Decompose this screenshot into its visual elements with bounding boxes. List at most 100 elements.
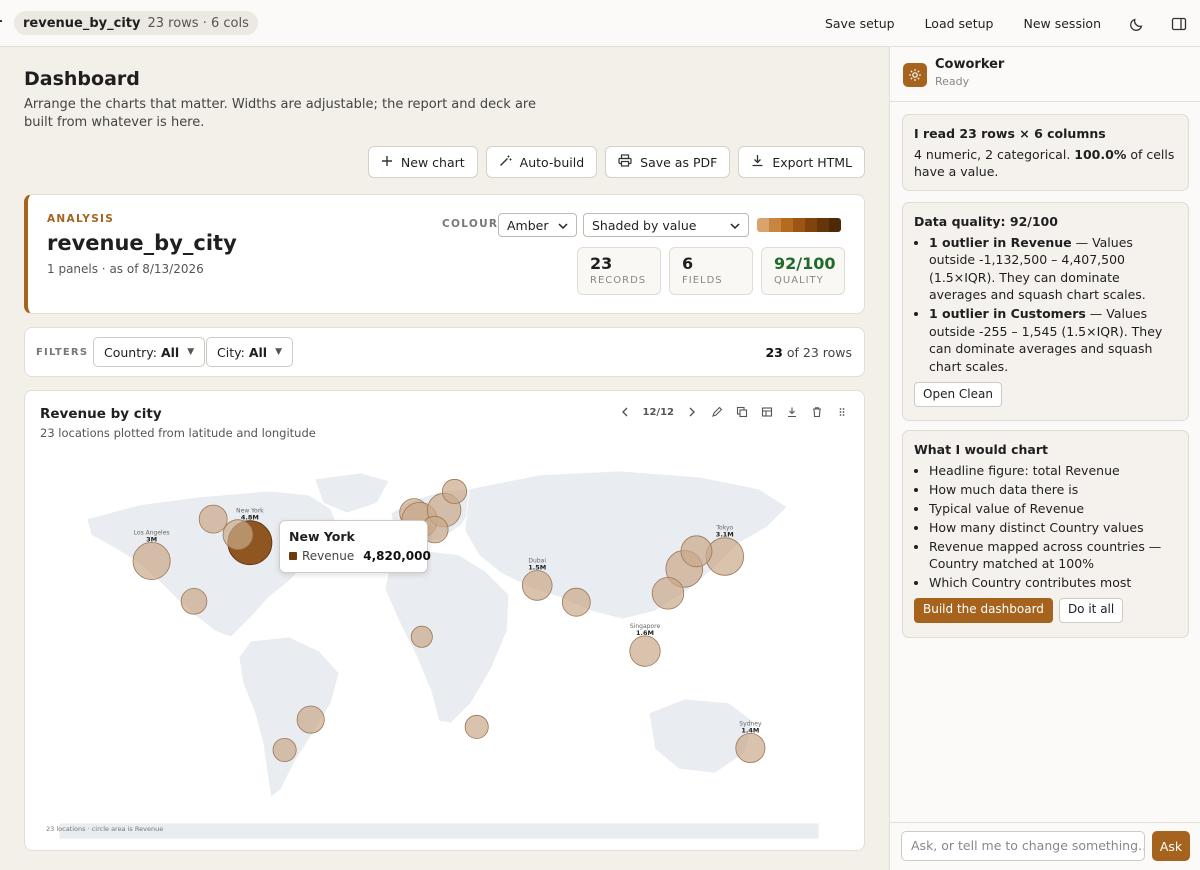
colour-swatch: [769, 218, 781, 232]
auto-build-button[interactable]: Auto-build: [485, 146, 598, 178]
download-icon[interactable]: [779, 401, 804, 423]
chevron-left-icon[interactable]: [613, 401, 638, 423]
read-summary-body: 4 numeric, 2 categorical. 100.0% of cell…: [914, 146, 1177, 181]
filter-city[interactable]: City: All ▼: [206, 337, 293, 367]
row-count: 23 of 23 rows: [765, 345, 852, 360]
moon-icon[interactable]: [1116, 0, 1158, 47]
auto-build-label: Auto-build: [519, 154, 585, 170]
trash-icon[interactable]: [804, 401, 829, 423]
palette-select[interactable]: Amber: [498, 213, 577, 237]
top-actions: Save setup Load setup New session: [810, 0, 1200, 47]
colour-swatch: [793, 218, 805, 232]
ask-input[interactable]: Ask, or tell me to change something…: [901, 831, 1145, 861]
outlier-heading: 1 outlier in Customers: [929, 306, 1086, 321]
export-html-label: Export HTML: [772, 154, 852, 170]
sun-icon: [903, 63, 927, 87]
quality-actions: Open Clean: [914, 382, 1177, 407]
tooltip-swatch: [289, 552, 297, 560]
city-bubble[interactable]: [705, 537, 744, 576]
suggestion-item: Which Country contributes most: [929, 574, 1177, 592]
stat-value: 6: [682, 254, 694, 273]
colour-swatch: [817, 218, 829, 232]
page-indicator: 12/12: [642, 406, 674, 418]
analysis-card: ANALYSIS revenue_by_city 1 panels · as o…: [24, 194, 865, 314]
save-setup-button[interactable]: Save setup: [810, 16, 910, 31]
save-pdf-button[interactable]: Save as PDF: [605, 146, 731, 178]
map-chart-card: Revenue by city 23 locations plotted fro…: [24, 390, 865, 851]
colour-swatch: [757, 218, 769, 232]
tooltip-value: 4,820,000: [363, 549, 431, 563]
outlier-heading: 1 outlier in Revenue: [929, 234, 1072, 250]
filters-label: FILTERS: [36, 347, 89, 358]
city-bubble[interactable]: [296, 705, 325, 734]
panel-toggle-icon[interactable]: [1158, 0, 1200, 47]
city-bubble[interactable]: [198, 504, 228, 534]
stat-records: 23 RECORDS: [577, 247, 661, 295]
shading-value: Shaded by value: [592, 217, 697, 233]
city-value-label: 3.1M: [716, 531, 734, 539]
filter-value: All: [248, 344, 268, 360]
edit-icon[interactable]: [704, 401, 729, 423]
city-bubble[interactable]: [410, 625, 433, 648]
city-bubble[interactable]: [680, 535, 713, 568]
colour-swatches: [757, 218, 841, 232]
stat-label: RECORDS: [590, 275, 647, 286]
city-bubble[interactable]: [735, 732, 766, 763]
tooltip-series: Revenue: [302, 549, 355, 563]
do-it-all-button[interactable]: Do it all: [1058, 597, 1124, 623]
shading-select[interactable]: Shaded by value: [583, 213, 749, 237]
drag-handle-icon[interactable]: [829, 401, 854, 423]
map-footnote: 23 locations · circle area is Revenue: [46, 825, 164, 833]
file-chip[interactable]: revenue_by_city 23 rows · 6 cols: [14, 11, 258, 35]
load-setup-button[interactable]: Load setup: [910, 16, 1009, 31]
new-chart-label: New chart: [400, 154, 465, 170]
page-title: Dashboard: [24, 68, 140, 90]
data-quality-card: Data quality: 92/100 1 outlier in Revenu…: [902, 202, 1189, 421]
open-clean-button[interactable]: Open Clean: [914, 382, 1002, 407]
duplicate-icon[interactable]: [729, 401, 754, 423]
chevron-right-icon[interactable]: [679, 401, 704, 423]
city-bubble[interactable]: [180, 588, 208, 615]
plus-icon: [381, 155, 393, 170]
download-icon: [751, 154, 764, 170]
save-pdf-label: Save as PDF: [640, 154, 718, 170]
city-bubble[interactable]: [629, 635, 661, 667]
city-value-label: 4.8M: [241, 514, 259, 522]
read-rows: 23 rows: [959, 126, 1015, 141]
suggestion-item: Headline figure: total Revenue: [929, 462, 1177, 480]
city-bubble[interactable]: [521, 570, 553, 601]
city-bubble[interactable]: [464, 714, 489, 739]
new-chart-button[interactable]: New chart: [367, 146, 478, 178]
land-africa: [384, 550, 510, 724]
ask-button[interactable]: Ask: [1152, 831, 1190, 861]
filter-country[interactable]: Country: All ▼: [93, 337, 206, 367]
printer-icon: [618, 154, 632, 170]
map-tooltip: New York Revenue 4,820,000: [279, 520, 431, 573]
chevron-down-icon: [558, 218, 568, 233]
suggestion-item: How many distinct Country values: [929, 519, 1177, 537]
city-bubble[interactable]: [561, 587, 591, 617]
build-dashboard-button[interactable]: Build the dashboard: [914, 597, 1053, 623]
filter-value: All: [160, 344, 180, 360]
caret-down-icon: ▼: [275, 347, 282, 357]
read-line-a: 4 numeric, 2 categorical.: [914, 146, 1071, 162]
chart-subtitle: 23 locations plotted from latitude and l…: [40, 426, 316, 440]
stat-label: QUALITY: [774, 275, 824, 286]
suggestions-title: What I would chart: [914, 442, 1048, 457]
export-html-button[interactable]: Export HTML: [738, 146, 865, 178]
coworker-header: Coworker Ready: [890, 47, 1200, 102]
top-bar: revenue_by_city 23 rows · 6 cols Save se…: [0, 0, 1200, 47]
city-bubble[interactable]: [651, 577, 685, 610]
city-bubble[interactable]: [222, 519, 254, 550]
table-icon[interactable]: [754, 401, 779, 423]
read-pre: I read: [914, 126, 956, 141]
city-bubble[interactable]: [441, 478, 467, 504]
world-map[interactable]: Los Angeles3MNew York4.8MDubai1.5MTokyo3…: [39, 451, 851, 839]
city-bubble[interactable]: [132, 542, 171, 581]
city-bubble[interactable]: [272, 737, 297, 762]
filter-name: City:: [217, 344, 245, 360]
analysis-meta: 1 panels · as of 8/13/2026: [47, 262, 204, 276]
row-count-shown: 23: [765, 345, 783, 360]
new-session-button[interactable]: New session: [1008, 16, 1116, 31]
coworker-status: Ready: [935, 75, 970, 88]
